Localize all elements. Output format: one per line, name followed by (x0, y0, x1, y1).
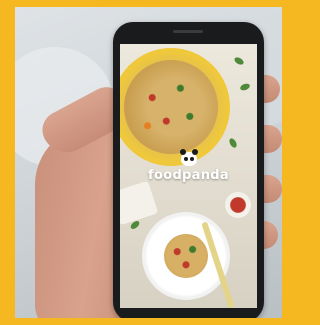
phone-speaker (173, 30, 203, 33)
smartphone: foodpanda (113, 22, 264, 318)
panda-icon (179, 149, 198, 166)
food (124, 60, 218, 154)
herb-leaf (227, 137, 239, 149)
napkin (120, 180, 159, 226)
brand-name: foodpanda (148, 168, 229, 183)
home-area (176, 309, 200, 318)
food (164, 234, 208, 278)
herb-leaf (239, 82, 251, 92)
yellow-frame: foodpanda (0, 0, 293, 325)
herb-leaf (233, 55, 245, 67)
brand-logo: foodpanda (120, 149, 257, 183)
phone-screen[interactable]: foodpanda (120, 44, 257, 308)
photo: foodpanda (15, 7, 282, 318)
sauce-bowl (225, 192, 251, 218)
food-bowl (120, 48, 230, 166)
